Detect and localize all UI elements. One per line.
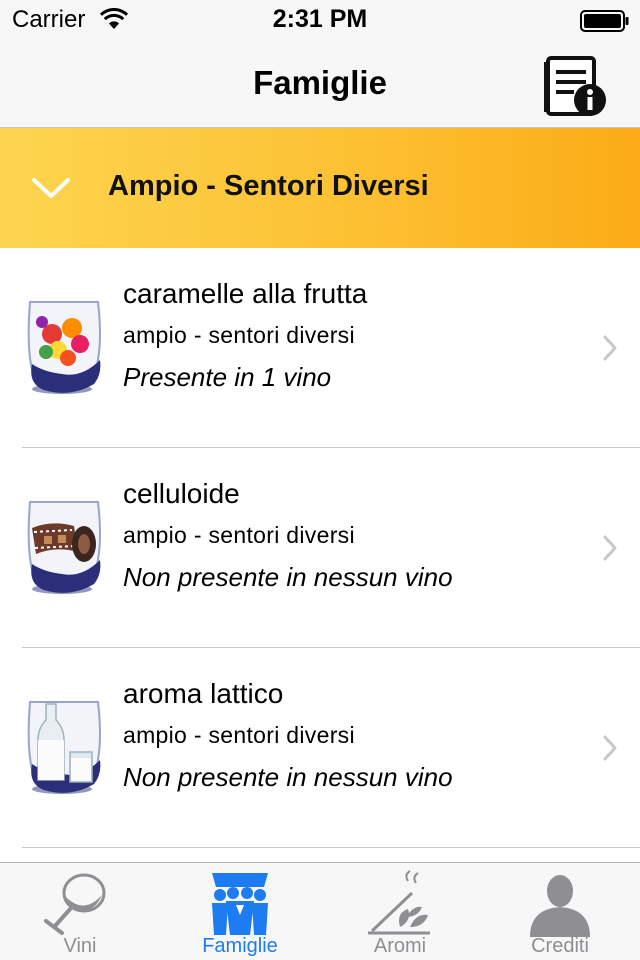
aroma-leaves-icon [368, 870, 430, 935]
list-item[interactable]: aroma lattico ampio - sentori diversi No… [0, 648, 640, 848]
tab-crediti[interactable]: Crediti [480, 863, 640, 960]
section-header[interactable]: Ampio - Sentori Diversi [0, 128, 640, 248]
item-status: Presente in 1 vino [123, 362, 332, 392]
book-info-icon[interactable] [540, 50, 610, 120]
status-bar: Carrier 2:31 PM [0, 0, 640, 40]
tab-label: Vini [63, 935, 97, 957]
list-item[interactable]: caramelle alla frutta ampio - sentori di… [0, 248, 640, 448]
wine-glass-icon [44, 873, 106, 935]
tab-bar: Vini Famiglie Aromi Crediti [0, 862, 640, 960]
item-title: celluloide [123, 478, 240, 509]
item-title: aroma lattico [123, 678, 284, 709]
item-title: caramelle alla frutta [123, 278, 368, 309]
tab-vini[interactable]: Vini [0, 863, 160, 960]
chevron-right-icon [603, 535, 617, 561]
tab-famiglie[interactable]: Famiglie [160, 863, 320, 960]
film-roll-image [27, 501, 101, 594]
item-subtitle: ampio - sentori diversi [123, 522, 355, 548]
battery-icon [580, 10, 629, 32]
fruit-candies-image [27, 301, 101, 394]
tab-label: Crediti [531, 935, 589, 957]
section-title: Ampio - Sentori Diversi [108, 170, 429, 202]
tab-aromi[interactable]: Aromi [320, 863, 480, 960]
person-icon [530, 875, 590, 937]
aroma-list: caramelle alla frutta ampio - sentori di… [0, 248, 640, 848]
item-subtitle: ampio - sentori diversi [123, 722, 355, 748]
list-item[interactable]: celluloide ampio - sentori diversi Non p… [0, 448, 640, 648]
status-time: 2:31 PM [272, 5, 368, 33]
item-status: Non presente in nessun vino [123, 762, 453, 792]
chevron-down-icon [32, 178, 70, 198]
row-separator [22, 847, 640, 848]
milk-bottle-image [27, 701, 101, 794]
chevron-right-icon [603, 335, 617, 361]
family-group-icon [212, 873, 268, 935]
item-status: Non presente in nessun vino [123, 562, 453, 592]
tab-label: Aromi [373, 935, 427, 957]
navigation-bar: Famiglie [0, 40, 640, 128]
item-subtitle: ampio - sentori diversi [123, 322, 355, 348]
tab-label: Famiglie [202, 935, 278, 957]
chevron-right-icon [603, 735, 617, 761]
